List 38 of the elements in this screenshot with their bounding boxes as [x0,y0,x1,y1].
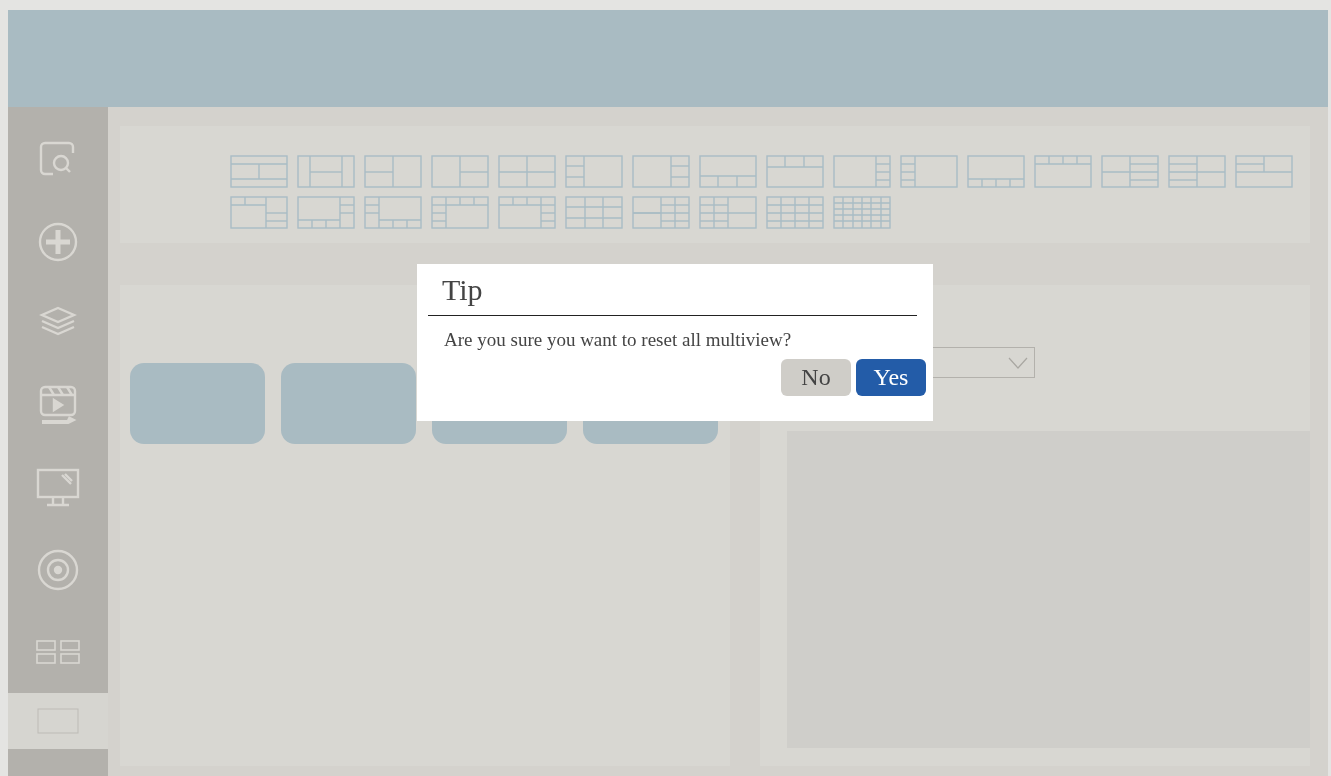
layout-icon[interactable] [699,155,757,188]
confirm-button[interactable]: Yes [856,359,926,396]
layout-icon[interactable] [230,196,288,229]
target-icon [36,548,80,592]
layout-icon[interactable] [766,196,824,229]
layout-icon[interactable] [766,155,824,188]
layout-icon[interactable] [565,155,623,188]
dialog-message: Are you sure you want to reset all multiview? [443,329,793,351]
layout-icon[interactable] [900,155,958,188]
layout-icon[interactable] [364,155,422,188]
layout-icon[interactable] [297,155,355,188]
layout-icon[interactable] [431,155,489,188]
layout-icon[interactable] [632,155,690,188]
layout-icon[interactable] [967,155,1025,188]
dialog-title: Tip [441,272,484,308]
layout-icon[interactable] [1168,155,1226,188]
layout-icon[interactable] [431,196,489,229]
monitor-icon [35,467,81,509]
layout-icon[interactable] [297,196,355,229]
layout-icon[interactable] [1101,155,1159,188]
layout-icon[interactable] [230,155,288,188]
layout-icon[interactable] [565,196,623,229]
layout-icon[interactable] [498,196,556,229]
source-card[interactable] [130,363,265,444]
layout-icon[interactable] [1034,155,1092,188]
move-icon [37,221,79,263]
layout-icon[interactable] [364,196,422,229]
sidebar-item[interactable] [8,693,108,749]
layout-icon[interactable] [833,155,891,188]
source-card[interactable] [281,363,416,444]
grid-icon [35,639,81,665]
layout-icon[interactable] [498,155,556,188]
layout-icon[interactable] [833,196,891,229]
cancel-button[interactable]: No [781,359,851,396]
layout-icon[interactable] [632,196,690,229]
chevron-down-icon [1008,356,1028,369]
layout-icon[interactable] [699,196,757,229]
layout-icon[interactable] [1235,155,1293,188]
